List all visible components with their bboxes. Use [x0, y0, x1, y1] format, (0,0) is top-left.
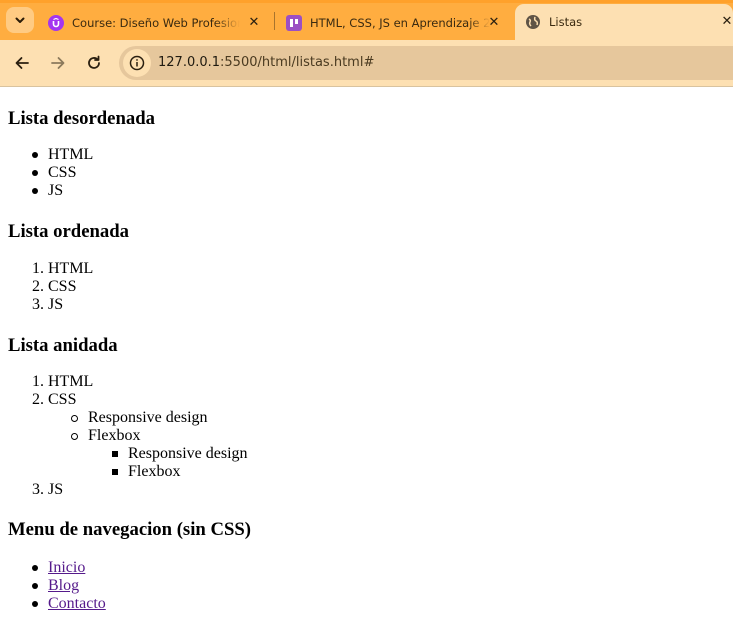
url-host: 127.0.0.1	[158, 55, 221, 70]
list-number: 2.	[32, 278, 44, 295]
udemy-icon	[48, 14, 64, 31]
bullet-disc	[32, 565, 38, 571]
nav-link-contacto[interactable]: Contacto	[48, 595, 106, 613]
list-item-text: CSS	[48, 391, 77, 408]
url-path: :5500/html/listas.html#	[220, 55, 375, 70]
list-number: 3.	[32, 296, 44, 313]
list-item-text: Flexbox	[88, 427, 141, 444]
bullet-disc	[32, 188, 38, 194]
site-info-button[interactable]	[123, 49, 151, 77]
list-item-text: JS	[48, 296, 64, 313]
back-arrow-icon	[15, 57, 29, 69]
browser-chrome: Course: Diseño Web Profesional ✕ HTML, C…	[0, 0, 733, 87]
list-item-text: CSS	[48, 278, 77, 295]
nav-link-inicio[interactable]: Inicio	[48, 559, 85, 577]
tab-strip-accent	[0, 0, 733, 3]
url-text[interactable]: 127.0.0.1:5500/html/listas.html#	[158, 55, 374, 70]
trello-icon	[286, 14, 302, 31]
bullet-disc	[32, 152, 38, 158]
reload-button[interactable]	[82, 51, 106, 75]
heading-nested: Lista anidada	[8, 335, 118, 356]
tab-title: Course: Diseño Web Profesional	[72, 15, 240, 30]
back-button[interactable]	[10, 51, 34, 75]
bullet-disc	[32, 601, 38, 607]
bullet-disc	[32, 583, 38, 589]
list-item-text: HTML	[48, 260, 94, 277]
list-item-text: JS	[48, 182, 64, 199]
forward-button[interactable]	[46, 51, 70, 75]
close-icon[interactable]: ✕	[246, 14, 262, 30]
list-number: 1.	[32, 373, 44, 390]
heading-unordered: Lista desordenada	[8, 108, 155, 129]
nav-link-blog[interactable]: Blog	[48, 577, 79, 595]
info-icon	[129, 55, 145, 71]
close-icon[interactable]: ✕	[486, 14, 502, 30]
list-item-text: CSS	[48, 164, 77, 181]
globe-icon	[525, 14, 541, 30]
tab-trello[interactable]: HTML, CSS, JS en Aprendizaje 2 ✕	[276, 5, 510, 40]
bullet-disc	[32, 170, 38, 176]
bullet-square	[112, 451, 118, 457]
list-number: 2.	[32, 391, 44, 408]
tab-title: Listas	[549, 15, 583, 29]
page-content: Lista desordenada HTML CSS JS Lista orde…	[0, 87, 733, 639]
tab-listas[interactable]: Listas ✕	[515, 4, 733, 40]
reload-icon	[88, 55, 100, 69]
tab-search-button[interactable]	[6, 7, 34, 33]
list-item-text: Responsive design	[88, 409, 208, 426]
list-item-text: HTML	[48, 373, 94, 390]
tab-separator	[274, 12, 275, 30]
forward-arrow-icon	[51, 57, 65, 69]
list-number: 3.	[32, 481, 44, 498]
tab-title: HTML, CSS, JS en Aprendizaje 2	[310, 15, 490, 30]
list-item-text: Flexbox	[128, 463, 181, 480]
heading-menu: Menu de navegacion (sin CSS)	[8, 519, 251, 540]
list-item-text: Responsive design	[128, 445, 248, 462]
bullet-square	[112, 469, 118, 475]
bullet-circle	[71, 433, 78, 440]
heading-ordered: Lista ordenada	[8, 221, 129, 242]
bullet-circle	[71, 415, 78, 422]
chevron-down-icon	[15, 17, 25, 23]
tab-course[interactable]: Course: Diseño Web Profesional ✕	[38, 5, 270, 40]
list-item-text: HTML	[48, 146, 94, 163]
list-number: 1.	[32, 260, 44, 277]
list-item-text: JS	[48, 481, 64, 498]
close-icon[interactable]: ✕	[719, 13, 733, 29]
